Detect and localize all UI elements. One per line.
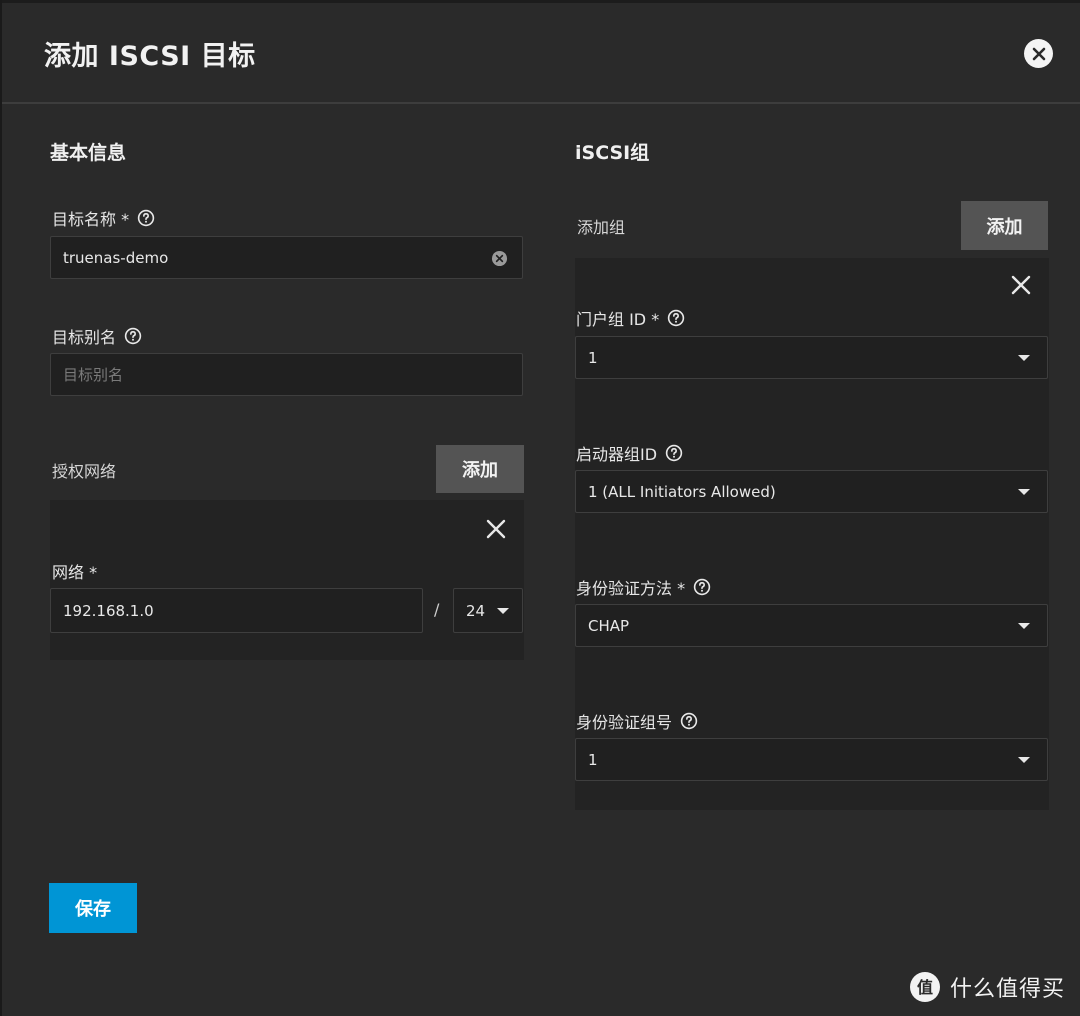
auth-group-label-text: 身份验证组号 — [576, 713, 673, 732]
network-entry-panel — [50, 500, 524, 660]
remove-network-icon[interactable] — [485, 518, 507, 540]
dialog-title: 添加 ISCSI 目标 — [44, 41, 256, 72]
network-mask-value: 24 — [466, 601, 486, 620]
remove-group-icon[interactable] — [1010, 274, 1032, 296]
close-button[interactable] — [1024, 39, 1053, 68]
portal-group-label: 门户组 ID * — [576, 306, 685, 330]
chevron-down-icon — [497, 608, 509, 614]
network-mask-select[interactable]: 24 — [453, 588, 523, 633]
network-separator: / — [434, 600, 440, 619]
add-network-button[interactable]: 添加 — [436, 445, 524, 493]
top-edge — [0, 0, 1080, 3]
initiator-group-select[interactable]: 1 (ALL Initiators Allowed) — [575, 470, 1048, 513]
network-ip-input-box — [50, 588, 423, 633]
portal-group-select[interactable]: 1 — [575, 336, 1048, 379]
watermark-text: 什么值得买 — [950, 977, 1066, 1002]
initiator-group-label-text: 启动器组ID — [576, 445, 658, 464]
target-alias-input[interactable] — [51, 354, 522, 395]
add-group-button[interactable]: 添加 — [961, 201, 1048, 250]
network-label-text: 网络 * — [52, 563, 98, 582]
authorized-networks-label: 授权网络 — [52, 462, 117, 481]
add-group-label: 添加组 — [577, 218, 626, 237]
chevron-down-icon — [1018, 489, 1030, 495]
auth-method-value: CHAP — [588, 616, 630, 635]
close-circle-icon — [1032, 47, 1045, 60]
target-alias-label-text: 目标别名 — [52, 328, 117, 347]
help-icon[interactable] — [665, 444, 683, 462]
target-name-input[interactable] — [51, 237, 522, 278]
auth-group-value: 1 — [588, 750, 598, 769]
help-icon[interactable] — [667, 309, 685, 327]
section-title-basic-info: 基本信息 — [50, 142, 127, 164]
portal-group-label-text: 门户组 ID * — [576, 310, 660, 329]
target-name-label-text: 目标名称 * — [52, 210, 130, 229]
clear-icon[interactable] — [491, 250, 508, 267]
target-alias-label: 目标别名 — [52, 324, 142, 348]
auth-method-label: 身份验证方法 * — [576, 575, 711, 599]
initiator-group-label: 启动器组ID — [576, 441, 683, 465]
chevron-down-icon — [1018, 757, 1030, 763]
left-edge — [0, 0, 2, 1016]
help-icon[interactable] — [693, 578, 711, 596]
chevron-down-icon — [1018, 623, 1030, 629]
help-icon[interactable] — [124, 327, 142, 345]
auth-method-label-text: 身份验证方法 * — [576, 579, 686, 598]
network-label: 网络 * — [52, 559, 97, 583]
title-divider — [2, 102, 1080, 104]
auth-group-label: 身份验证组号 — [576, 709, 698, 733]
target-name-label: 目标名称 * — [52, 206, 155, 230]
watermark: 值 什么值得买 — [908, 970, 1065, 1004]
auth-group-select[interactable]: 1 — [575, 738, 1048, 781]
watermark-logo-icon: 值 — [910, 972, 940, 1002]
target-name-input-box — [50, 236, 523, 279]
target-alias-input-box — [50, 353, 523, 396]
auth-method-select[interactable]: CHAP — [575, 604, 1048, 647]
portal-group-value: 1 — [588, 348, 598, 367]
watermark-logo-char: 值 — [917, 978, 933, 997]
save-button[interactable]: 保存 — [49, 883, 137, 933]
section-title-iscsi-group: iSCSI组 — [575, 142, 650, 164]
help-icon[interactable] — [137, 209, 155, 227]
chevron-down-icon — [1018, 355, 1030, 361]
initiator-group-value: 1 (ALL Initiators Allowed) — [588, 482, 776, 501]
help-icon[interactable] — [680, 712, 698, 730]
network-ip-input[interactable] — [51, 589, 422, 632]
